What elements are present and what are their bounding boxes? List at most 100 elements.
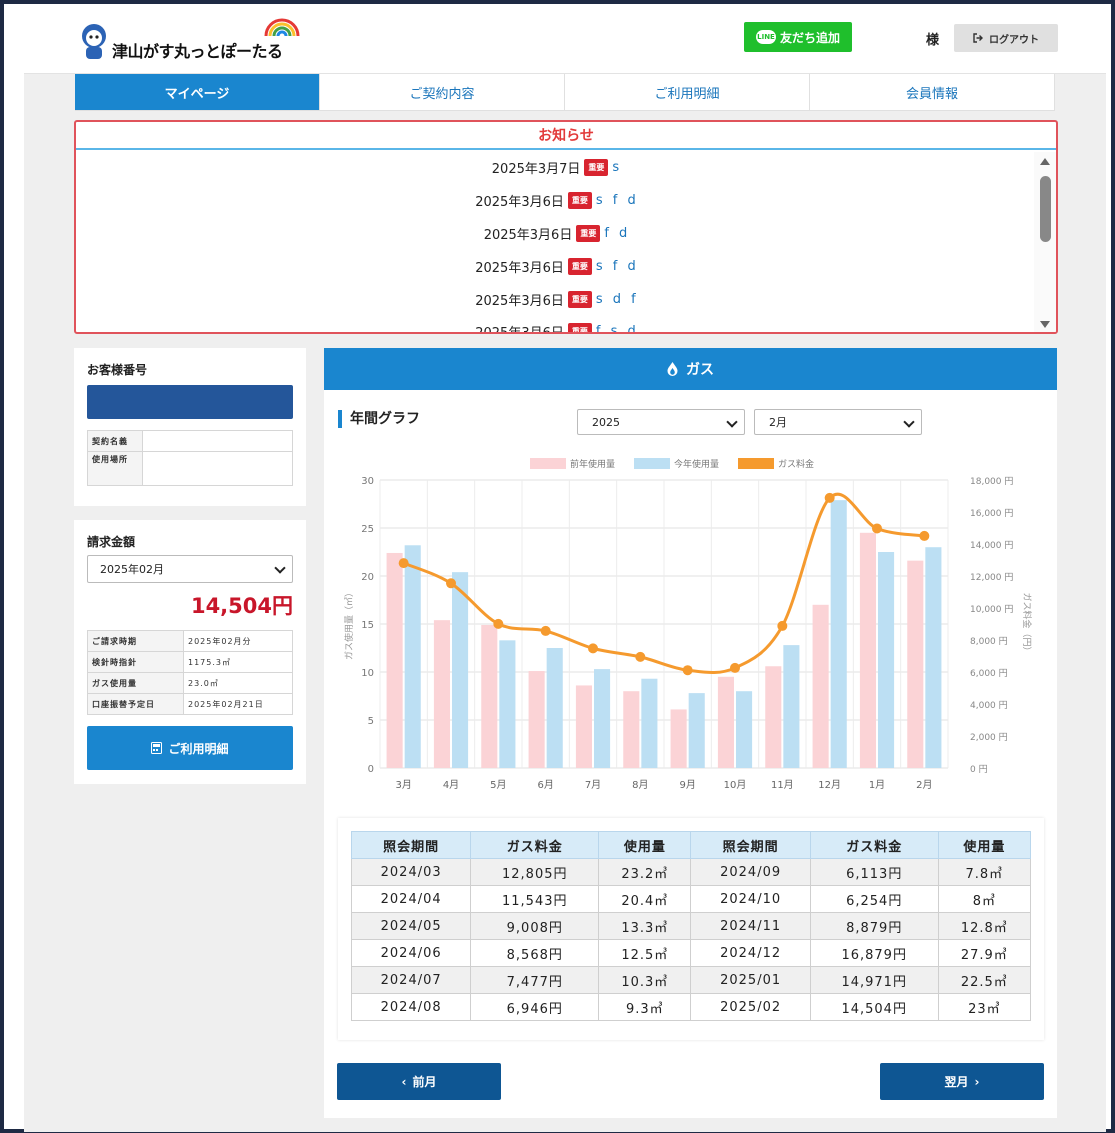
table-cell: 6,254円 [809, 885, 939, 913]
table-header: ガス料金 [809, 831, 939, 859]
main-nav: マイページ ご契約内容 ご利用明細 会員情報 [75, 74, 1055, 111]
notice-link[interactable]: s d f [596, 292, 639, 307]
table-header: ガス料金 [470, 831, 600, 859]
y2-tick-label: 4,000 円 [970, 700, 1008, 711]
table-cell: 2024/08 [350, 993, 472, 1021]
usage-button-label: ご利用明細 [168, 741, 229, 756]
notice-item[interactable]: 2025年3月6日 重要 f d [76, 224, 1038, 243]
next-month-button[interactable]: 翌月 › [880, 1063, 1044, 1100]
table-row: 2024/05 9,008円 13.3㎥ 2024/11 8,879円 12.8㎥ [350, 912, 1032, 940]
bar-this-year [878, 552, 895, 768]
notice-item[interactable]: 2025年3月6日 重要 s f d [76, 257, 1038, 276]
table-cell: 2024/06 [350, 939, 472, 967]
table-header: 使用量 [937, 831, 1032, 859]
bar-last-year [717, 676, 734, 768]
notice-item[interactable]: 2025年3月6日 重要 f s d [76, 322, 1038, 334]
legend-swatch [738, 458, 774, 469]
y2-tick-label: 6,000 円 [970, 668, 1008, 679]
table-cell: 8,568円 [470, 939, 600, 967]
y2-axis-label: ガス料金（円） [1021, 592, 1033, 655]
bar-this-year [594, 669, 611, 768]
customer-number-value [87, 385, 293, 419]
notice-item[interactable]: 2025年3月6日 重要 s f d [76, 191, 1038, 210]
bar-last-year [907, 560, 924, 768]
usage-table-box: 照会期間 ガス料金 使用量 照会期間 ガス料金 使用量 2024/03 12,80… [338, 818, 1044, 1040]
billing-row-label: ガス使用量 [87, 672, 184, 694]
year-select[interactable]: 2025 [577, 409, 745, 435]
logout-icon [973, 33, 983, 43]
billing-month-select[interactable]: 2025年02月 [87, 555, 293, 583]
x-tick-label: 12月 [818, 779, 841, 791]
bar-last-year [528, 671, 545, 768]
notice-link[interactable]: s f d [596, 193, 639, 208]
table-row: 2024/06 8,568円 12.5㎥ 2024/12 16,879円 27.9㎥ [350, 939, 1032, 967]
legend-label: 今年使用量 [674, 458, 719, 470]
notice-link[interactable]: f s d [596, 324, 639, 332]
scroll-thumb[interactable] [1040, 176, 1051, 242]
table-cell: 2025/02 [690, 993, 811, 1021]
bar-this-year [688, 693, 705, 768]
notice-item[interactable]: 2025年3月6日 重要 s d f [76, 290, 1038, 309]
user-suffix: 様 [926, 33, 940, 48]
contract-name-value [142, 430, 293, 452]
bar-last-year [765, 666, 782, 768]
x-tick-label: 10月 [724, 779, 747, 791]
table-cell: 2024/11 [690, 912, 811, 940]
notice-link[interactable]: f d [604, 226, 630, 241]
line-add-friend-button[interactable]: LINE 友だち追加 [744, 22, 852, 52]
site-logo[interactable]: 津山がす丸っとぽーたる [76, 16, 300, 66]
billing-row-value: 2025年02月21日 [183, 693, 293, 715]
chevron-down-icon [274, 562, 286, 574]
table-cell: 10.3㎥ [598, 966, 692, 994]
y-axis-label: ガス使用量（㎥） [343, 588, 355, 660]
customer-info-table: 契約名義 使用場所 [87, 430, 293, 486]
usage-details-button[interactable]: ご利用明細 [87, 726, 293, 770]
table-cell: 20.4㎥ [598, 885, 692, 913]
month-select-value: 2月 [769, 416, 787, 429]
table-cell: 12.8㎥ [937, 912, 1032, 940]
notices-title: お知らせ [76, 122, 1056, 150]
fee-point [777, 620, 788, 631]
prev-month-button[interactable]: ‹ 前月 [337, 1063, 501, 1100]
table-cell: 7,477円 [470, 966, 600, 994]
tab-usage-details[interactable]: ご利用明細 [565, 74, 810, 110]
month-select[interactable]: 2月 [754, 409, 922, 435]
notices-panel: お知らせ 2025年3月7日 重要 s 2025年3月6日 重要 s f d 2… [74, 120, 1058, 334]
fee-point [919, 530, 930, 541]
table-header-row: 照会期間 ガス料金 使用量 照会期間 ガス料金 使用量 [350, 831, 1032, 859]
table-cell: 2024/03 [350, 858, 472, 886]
x-tick-label: 3月 [395, 779, 411, 791]
scroll-up-arrow-icon[interactable] [1040, 158, 1050, 165]
billing-amount: 14,504円 [190, 594, 293, 618]
table-header: 照会期間 [350, 831, 472, 859]
notice-item[interactable]: 2025年3月7日 重要 s [76, 158, 1038, 177]
logo-text: 津山がす丸っとぽーたる [112, 42, 283, 61]
y2-tick-label: 16,000 円 [970, 508, 1013, 519]
tab-contract[interactable]: ご契約内容 [320, 74, 565, 110]
y2-tick-label: 10,000 円 [970, 604, 1013, 615]
notice-date: 2025年3月6日 [475, 326, 564, 334]
logout-button[interactable]: ログアウト [954, 24, 1058, 52]
y2-tick-label: 8,000 円 [970, 636, 1008, 647]
notices-scrollbar[interactable] [1034, 152, 1056, 332]
gas-panel: ガス 年間グラフ 2025 2月 0 5 10 15 20 25 30 0 円 2,000 円4… [324, 348, 1057, 1118]
tab-member-info[interactable]: 会員情報 [810, 74, 1055, 110]
scroll-down-arrow-icon[interactable] [1040, 321, 1050, 328]
notice-link[interactable]: s [612, 160, 622, 175]
bar-last-year [812, 604, 829, 768]
bar-this-year [736, 691, 753, 768]
table-cell: 8㎥ [937, 885, 1032, 913]
y2-tick-label: 0 円 [970, 764, 988, 775]
table-cell: 9,008円 [470, 912, 600, 940]
customer-number-title: お客様番号 [87, 363, 148, 377]
notice-link[interactable]: s f d [596, 259, 639, 274]
usage-table: 照会期間 ガス料金 使用量 照会期間 ガス料金 使用量 2024/03 12,80… [350, 831, 1032, 1021]
billing-title: 請求金額 [87, 535, 136, 549]
x-tick-label: 5月 [490, 779, 506, 791]
y-tick-label: 15 [361, 620, 374, 631]
bar-last-year [623, 691, 640, 768]
table-cell: 2025/01 [690, 966, 811, 994]
billing-month-value: 2025年02月 [100, 563, 164, 576]
tab-mypage[interactable]: マイページ [75, 74, 320, 110]
location-value [142, 451, 293, 486]
